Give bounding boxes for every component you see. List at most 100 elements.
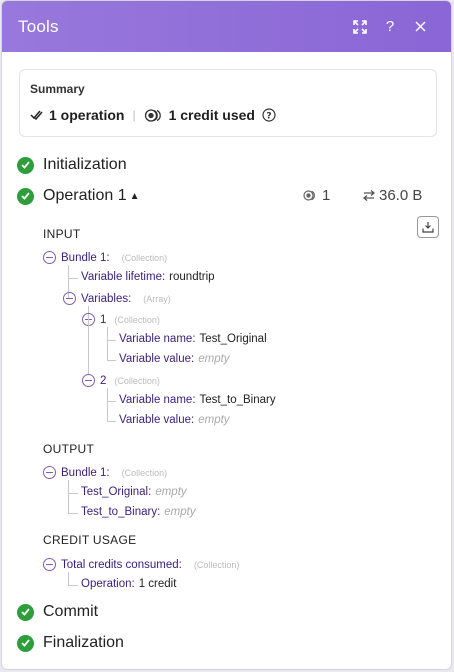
node-type: (Collection) (193, 559, 240, 570)
credit-coin-icon (303, 190, 318, 201)
node-type: (Collection) (121, 252, 168, 263)
operation-size-value: 36.0 B (379, 187, 423, 204)
node-key: Variable value (119, 414, 192, 426)
tree-line (107, 388, 108, 421)
step-label: Commit (43, 603, 99, 620)
tree-branch (107, 421, 116, 422)
tree-branch (68, 513, 78, 514)
node-key: Variable lifetime (81, 271, 162, 283)
step-operation-1[interactable]: Operation 1 ▲ (17, 187, 140, 205)
input-item-2-name: Variable name: Test_to_Binary (119, 394, 276, 406)
input-section-label: INPUT (43, 227, 81, 241)
node-value: empty (155, 486, 187, 498)
node-colon: : (161, 271, 166, 283)
node-colon: : (157, 506, 161, 518)
operation-size: 36.0 B (363, 187, 422, 204)
tools-panel: Tools ? Summary 1 operation | 1 credit u… (1, 0, 452, 670)
info-icon[interactable]: ? (262, 108, 276, 122)
caret-up-icon[interactable]: ▲ (130, 191, 140, 202)
close-icon[interactable] (405, 12, 435, 42)
node-colon: : (106, 251, 110, 264)
step-initialization[interactable]: Initialization (17, 156, 127, 174)
tree-branch (68, 493, 78, 494)
node-type: (Collection) (114, 314, 160, 325)
node-key: Variable value (119, 353, 192, 365)
transfer-arrows-icon (363, 190, 375, 201)
node-type: (Collection) (114, 375, 160, 386)
node-colon: : (131, 578, 135, 590)
collapse-icon[interactable] (43, 558, 56, 571)
input-item-1-node[interactable]: 1 (Collection) (82, 313, 160, 326)
node-key: Variables (81, 292, 129, 305)
check-circle-icon (17, 156, 34, 174)
node-type: (Array) (143, 293, 171, 304)
summary-card: Summary 1 operation | 1 credit used ? (19, 69, 437, 137)
input-item-2-node[interactable]: 2 (Collection) (82, 374, 160, 387)
node-colon: : (192, 394, 196, 406)
node-value: Test_to_Binary (199, 394, 276, 406)
node-type: (Collection) (121, 467, 168, 478)
tree-branch (68, 585, 78, 586)
download-icon (422, 222, 434, 233)
step-label: Initialization (43, 156, 127, 173)
check-circle-icon (17, 187, 34, 205)
check-circle-icon (17, 603, 34, 621)
operation-credits: 1 (303, 187, 330, 204)
summary-title: Summary (30, 82, 85, 96)
node-key: Operation (81, 578, 132, 590)
step-finalization[interactable]: Finalization (17, 634, 124, 652)
collapse-icon[interactable] (63, 292, 76, 305)
node-key: Bundle 1 (61, 466, 107, 479)
tree-branch (107, 340, 116, 341)
node-key: 1 (100, 313, 107, 326)
node-key: Test_to_Binary (81, 506, 158, 518)
output-test-to-binary: Test_to_Binary: empty (81, 506, 196, 518)
credit-coin-icon (144, 108, 163, 122)
node-key: Total credits consumed (61, 558, 179, 571)
node-key: Variable name (119, 394, 193, 406)
tree-branch (107, 360, 116, 361)
output-test-original: Test_Original: empty (81, 486, 187, 498)
tree-line (68, 480, 69, 513)
node-colon: : (106, 466, 110, 479)
credit-usage-section-label: CREDIT USAGE (43, 533, 137, 547)
help-icon[interactable]: ? (375, 12, 405, 42)
operation-credits-value: 1 (322, 187, 331, 204)
expand-icon[interactable] (345, 12, 375, 42)
output-bundle-node[interactable]: Bundle 1: (Collection) (43, 466, 167, 479)
node-value: empty (198, 353, 230, 365)
node-colon: : (128, 292, 132, 305)
tree-line (107, 327, 108, 360)
tree-branch (68, 278, 78, 279)
step-commit[interactable]: Commit (17, 603, 98, 621)
panel-header: Tools ? (2, 1, 451, 52)
collapse-icon[interactable] (82, 374, 95, 387)
tree-branch (107, 401, 116, 402)
input-variable-lifetime: Variable lifetime: roundtrip (81, 271, 215, 283)
operations-count: 1 operation (49, 107, 125, 123)
step-label: Operation 1 (43, 187, 127, 204)
double-check-icon (30, 109, 44, 121)
input-bundle-node[interactable]: Bundle 1: (Collection) (43, 251, 167, 264)
input-variables-node[interactable]: Variables: (Array) (63, 292, 171, 305)
panel-title: Tools (18, 16, 59, 36)
check-circle-icon (17, 634, 34, 652)
node-value: roundtrip (169, 271, 215, 283)
credit-total-node[interactable]: Total credits consumed: (Collection) (43, 558, 239, 571)
node-value: empty (198, 414, 230, 426)
node-value: empty (164, 506, 196, 518)
tree-line (88, 314, 89, 374)
output-section-label: OUTPUT (43, 442, 95, 456)
node-colon: : (191, 414, 195, 426)
credits-used: 1 credit used (168, 107, 255, 123)
collapse-icon[interactable] (43, 251, 56, 264)
step-label: Finalization (43, 634, 124, 651)
download-button[interactable] (417, 216, 439, 238)
svg-text:?: ? (266, 112, 271, 122)
collapse-icon[interactable] (43, 466, 56, 479)
input-item-1-value: Variable value: empty (119, 353, 230, 365)
node-value: Test_Original (199, 333, 267, 345)
input-item-2-value: Variable value: empty (119, 414, 230, 426)
node-key: Test_Original (81, 486, 149, 498)
node-colon: : (148, 486, 152, 498)
